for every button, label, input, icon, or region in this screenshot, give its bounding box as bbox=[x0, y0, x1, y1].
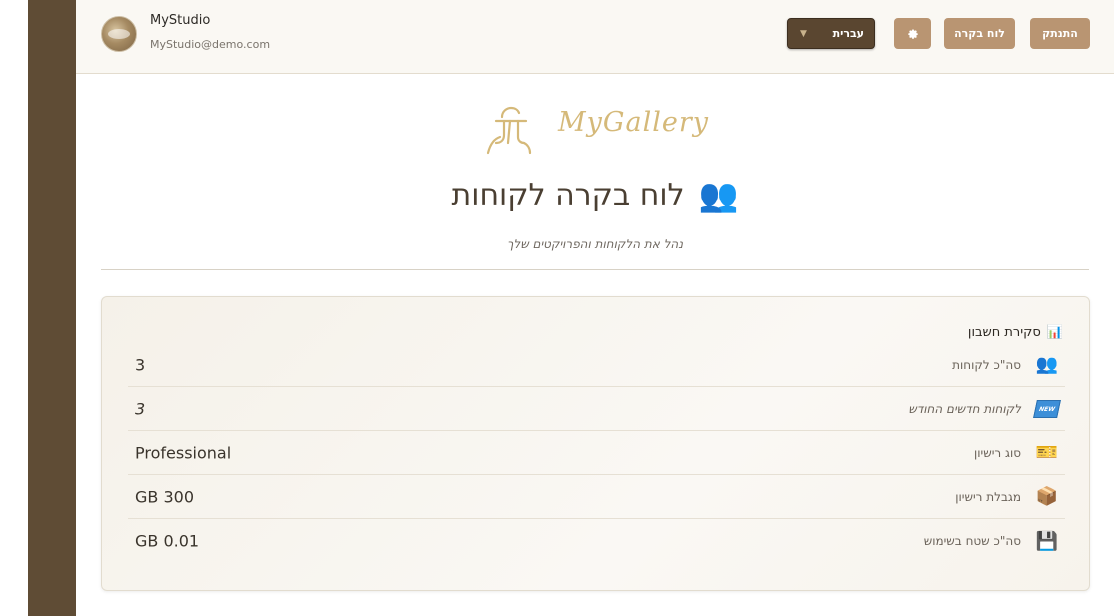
stat-row-storage-used: 💾 סה"כ שטח בשימוש GB 0.01 bbox=[128, 519, 1065, 563]
stat-label: מגבלת רישיון bbox=[955, 489, 1021, 504]
page-subtitle: נהל את הלקוחות והפרויקטים שלך bbox=[506, 237, 684, 251]
sidebar bbox=[28, 0, 76, 616]
logo-text: MyGallery bbox=[558, 107, 709, 138]
stat-value: 3 bbox=[135, 399, 146, 418]
avatar[interactable] bbox=[101, 16, 137, 52]
package-icon: 📦 bbox=[1035, 486, 1059, 507]
stat-row-license-limit: 📦 מגבלת רישיון GB 300 bbox=[128, 475, 1065, 519]
chevron-down-icon: ▼ bbox=[800, 28, 807, 39]
dashboard-button[interactable]: לוח בקרה bbox=[944, 18, 1015, 49]
users-icon: 👥 bbox=[698, 176, 739, 214]
language-select-value: עברית bbox=[832, 27, 864, 40]
stat-value: 3 bbox=[135, 355, 146, 374]
divider bbox=[101, 269, 1089, 270]
bar-chart-icon: 📊 bbox=[1046, 325, 1063, 340]
stat-value: Professional bbox=[135, 443, 232, 462]
users-icon: 👥 bbox=[1035, 354, 1059, 375]
gear-icon bbox=[907, 28, 918, 39]
stat-row-license-type: 🎫 סוג רישיון Professional bbox=[128, 431, 1065, 475]
settings-button[interactable] bbox=[894, 18, 931, 49]
logo: MyGallery bbox=[480, 97, 720, 161]
stat-value: GB 0.01 bbox=[135, 531, 200, 551]
logout-button[interactable]: התנתק bbox=[1030, 18, 1090, 49]
ticket-icon: 🎫 bbox=[1035, 442, 1059, 463]
top-bar: MyStudio MyStudio@demo.com ▼ עברית לוח ב… bbox=[76, 0, 1114, 74]
stat-row-new-clients: NEW לקוחות חדשים החודש 3 bbox=[128, 387, 1065, 431]
card-title-text: סקירת חשבון bbox=[967, 325, 1041, 340]
stat-label: סה"כ לקוחות bbox=[952, 357, 1021, 372]
floppy-disk-icon: 💾 bbox=[1035, 530, 1059, 552]
logo-photographer-icon bbox=[486, 106, 532, 155]
stat-row-total-clients: 👥 סה"כ לקוחות 3 bbox=[128, 343, 1065, 387]
stat-value: GB 300 bbox=[135, 487, 194, 506]
user-name: MyStudio bbox=[150, 13, 211, 28]
page-header: 👥 לוח בקרה לקוחות bbox=[76, 171, 1114, 219]
card-title: 📊 סקירת חשבון bbox=[968, 325, 1063, 340]
user-email: MyStudio@demo.com bbox=[150, 38, 271, 51]
stat-label: לקוחות חדשים החודש bbox=[908, 401, 1021, 416]
main-content: MyGallery 👥 לוח בקרה לקוחות נהל את הלקוח… bbox=[76, 75, 1114, 616]
new-badge-icon: NEW bbox=[1033, 397, 1061, 421]
left-margin bbox=[0, 0, 28, 616]
page-title: לוח בקרה לקוחות bbox=[451, 177, 685, 213]
new-badge-text: NEW bbox=[1033, 399, 1061, 418]
stat-label: סוג רישיון bbox=[974, 445, 1021, 460]
language-select[interactable]: ▼ עברית bbox=[787, 18, 875, 49]
account-overview-card: 📊 סקירת חשבון 👥 סה"כ לקוחות 3 NEW לקוחות… bbox=[101, 296, 1090, 591]
stat-label: סה"כ שטח בשימוש bbox=[923, 534, 1021, 548]
